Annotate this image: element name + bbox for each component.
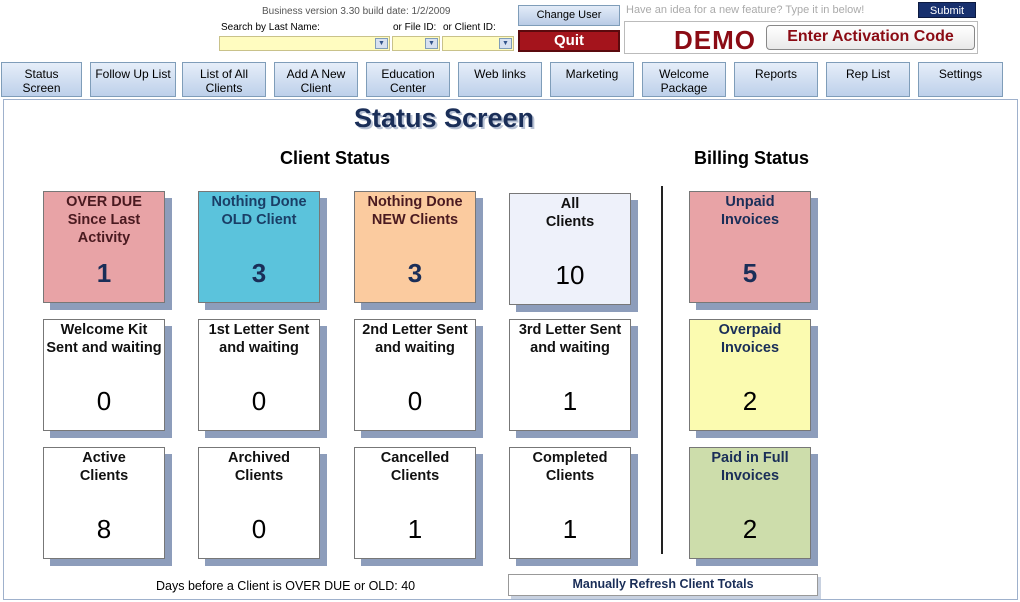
tile-label: Nothing Done OLD Client — [211, 194, 307, 228]
tile-all-clients[interactable]: All Clients 10 — [509, 193, 631, 305]
tile-count: 2 — [742, 386, 758, 416]
tile-first-letter[interactable]: 1st Letter Sent and waiting 0 — [198, 319, 320, 431]
tile-archived-clients[interactable]: Archived Clients 0 — [198, 447, 320, 559]
nav-web-links[interactable]: Web links — [458, 62, 542, 97]
enter-activation-code-button[interactable]: Enter Activation Code — [766, 25, 975, 50]
tile-count: 1 — [96, 258, 112, 288]
nav-list-all-clients[interactable]: List of All Clients — [182, 62, 266, 97]
nav-reports[interactable]: Reports — [734, 62, 818, 97]
section-divider — [661, 186, 663, 554]
tile-count: 3 — [251, 258, 267, 288]
nav-welcome-package[interactable]: Welcome Package — [642, 62, 726, 97]
tile-label: Paid in Full Invoices — [711, 450, 789, 484]
tile-over-due[interactable]: OVER DUE Since Last Activity 1 — [43, 191, 165, 303]
tile-count: 1 — [562, 514, 578, 544]
chevron-down-icon[interactable]: ▼ — [425, 38, 438, 49]
tile-label: Completed Clients — [532, 450, 608, 484]
client-id-label: or Client ID: — [443, 22, 496, 33]
tile-label: All Clients — [545, 196, 595, 230]
tile-label: Nothing Done NEW Clients — [367, 194, 463, 228]
tile-label: Unpaid Invoices — [720, 194, 780, 228]
tile-count: 1 — [562, 386, 578, 416]
tile-count: 2 — [742, 514, 758, 544]
tile-count: 5 — [742, 258, 758, 288]
tile-count: 8 — [96, 514, 112, 544]
tile-label: Welcome Kit Sent and waiting — [46, 322, 162, 356]
client-id-combo[interactable]: ▼ — [442, 36, 514, 51]
chevron-down-icon[interactable]: ▼ — [499, 38, 512, 49]
nav-settings[interactable]: Settings — [918, 62, 1003, 97]
tile-active-clients[interactable]: Active Clients 8 — [43, 447, 165, 559]
nav-education-center[interactable]: Education Center — [366, 62, 450, 97]
tile-completed-clients[interactable]: Completed Clients 1 — [509, 447, 631, 559]
file-id-combo[interactable]: ▼ — [392, 36, 440, 51]
tile-label: 1st Letter Sent and waiting — [208, 322, 310, 356]
demo-label: DEMO — [674, 25, 756, 55]
overdue-days-setting: Days before a Client is OVER DUE or OLD:… — [156, 579, 416, 593]
tile-count: 10 — [555, 260, 585, 290]
chevron-down-icon[interactable]: ▼ — [375, 38, 388, 49]
tile-label: 2nd Letter Sent and waiting — [362, 322, 468, 356]
status-screen-panel: Status Screen Client Status Billing Stat… — [3, 99, 1018, 600]
feature-idea-input[interactable]: Have an idea for a new feature? Type it … — [624, 2, 916, 19]
tile-label: Active Clients — [79, 450, 129, 484]
client-status-heading: Client Status — [280, 148, 391, 168]
quit-button[interactable]: Quit — [518, 30, 620, 52]
tile-nothing-done-new[interactable]: Nothing Done NEW Clients 3 — [354, 191, 476, 303]
tile-count: 1 — [407, 514, 423, 544]
nav-follow-up-list[interactable]: Follow Up List — [90, 62, 176, 97]
nav-rep-list[interactable]: Rep List — [826, 62, 910, 97]
tile-label: OVER DUE Since Last Activity — [66, 194, 142, 246]
tile-count: 0 — [96, 386, 112, 416]
tile-second-letter[interactable]: 2nd Letter Sent and waiting 0 — [354, 319, 476, 431]
file-id-label: or File ID: — [393, 22, 437, 33]
main-nav: Status Screen Follow Up List List of All C… — [0, 61, 1020, 98]
tile-unpaid-invoices[interactable]: Unpaid Invoices 5 — [689, 191, 811, 303]
tile-label: Overpaid Invoices — [718, 322, 782, 356]
demo-panel: DEMO Enter Activation Code — [624, 21, 978, 55]
search-last-name-label: Search by Last Name: — [221, 22, 320, 33]
billing-status-heading: Billing Status — [694, 148, 810, 168]
tile-count: 0 — [251, 386, 267, 416]
tile-label: Cancelled Clients — [380, 450, 450, 484]
tile-count: 0 — [251, 514, 267, 544]
top-bar: Business version 3.30 build date: 1/2/20… — [0, 0, 1020, 60]
tile-third-letter[interactable]: 3rd Letter Sent and waiting 1 — [509, 319, 631, 431]
tile-count: 0 — [407, 386, 423, 416]
tile-welcome-kit[interactable]: Welcome Kit Sent and waiting 0 — [43, 319, 165, 431]
nav-add-new-client[interactable]: Add A New Client — [274, 62, 358, 97]
tile-label: 3rd Letter Sent and waiting — [518, 322, 622, 356]
change-user-button[interactable]: Change User — [518, 5, 620, 26]
version-info: Business version 3.30 build date: 1/2/20… — [262, 6, 451, 17]
tile-label: Archived Clients — [227, 450, 291, 484]
refresh-client-totals-button[interactable]: Manually Refresh Client Totals — [508, 574, 818, 596]
nav-marketing[interactable]: Marketing — [550, 62, 634, 97]
tile-nothing-done-old[interactable]: Nothing Done OLD Client 3 — [198, 191, 320, 303]
tile-count: 3 — [407, 258, 423, 288]
last-name-combo[interactable]: ▼ — [219, 36, 390, 51]
submit-button[interactable]: Submit — [918, 2, 976, 18]
tile-overpaid-invoices[interactable]: Overpaid Invoices 2 — [689, 319, 811, 431]
page-title: Status Screen — [353, 103, 535, 133]
tile-cancelled-clients[interactable]: Cancelled Clients 1 — [354, 447, 476, 559]
nav-status-screen[interactable]: Status Screen — [1, 62, 82, 97]
tile-paid-in-full-invoices[interactable]: Paid in Full Invoices 2 — [689, 447, 811, 559]
